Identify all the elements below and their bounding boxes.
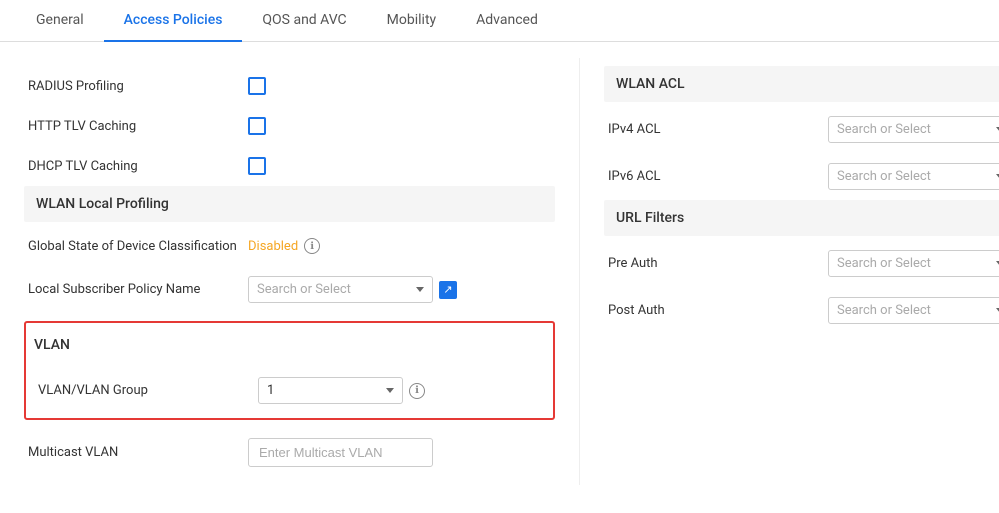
vlan-group-row: VLAN/VLAN Group 1 ℹ [34, 367, 545, 414]
vlan-section: VLAN VLAN/VLAN Group 1 ℹ [24, 321, 555, 420]
wlan-local-profiling-header: WLAN Local Profiling [24, 186, 555, 222]
http-tlv-control [248, 117, 266, 135]
pre-auth-dropdown[interactable]: Search or Select [828, 250, 999, 277]
multicast-vlan-input[interactable] [248, 438, 433, 467]
global-state-value: Disabled [248, 239, 298, 254]
radius-profiling-row: RADIUS Profiling [24, 66, 555, 106]
global-state-label: Global State of Device Classification [28, 239, 248, 254]
ipv4-acl-control: Search or Select [828, 116, 999, 143]
tab-general[interactable]: General [16, 0, 104, 42]
ipv6-acl-control: Search or Select [828, 163, 999, 190]
radius-profiling-label: RADIUS Profiling [28, 79, 248, 94]
wlan-acl-header: WLAN ACL [604, 66, 999, 102]
vlan-group-info-icon[interactable]: ℹ [409, 383, 425, 399]
radius-profiling-control [248, 77, 266, 95]
global-state-row: Global State of Device Classification Di… [24, 226, 555, 266]
ipv4-acl-row: IPv4 ACL Search or Select [604, 106, 999, 153]
dhcp-tlv-control [248, 157, 266, 175]
dhcp-tlv-checkbox[interactable] [248, 157, 266, 175]
local-subscriber-dropdown[interactable]: Search or Select [248, 276, 433, 303]
pre-auth-row: Pre Auth Search or Select [604, 240, 999, 287]
dhcp-tlv-row: DHCP TLV Caching [24, 146, 555, 186]
pre-auth-label: Pre Auth [608, 256, 828, 271]
vlan-header: VLAN [34, 327, 545, 363]
vlan-group-arrow-icon [386, 388, 394, 393]
pre-auth-placeholder: Search or Select [837, 256, 990, 271]
dhcp-tlv-label: DHCP TLV Caching [28, 159, 248, 174]
ipv4-acl-label: IPv4 ACL [608, 122, 828, 137]
url-filters-header-label: URL Filters [616, 210, 684, 226]
http-tlv-row: HTTP TLV Caching [24, 106, 555, 146]
url-filters-section-header: URL Filters ℹ [604, 200, 999, 236]
multicast-vlan-control [248, 438, 433, 467]
post-auth-row: Post Auth Search or Select [604, 287, 999, 334]
local-subscriber-label: Local Subscriber Policy Name [28, 282, 248, 297]
tab-qos-avc[interactable]: QOS and AVC [242, 0, 366, 42]
vlan-group-value: 1 [267, 383, 380, 398]
http-tlv-label: HTTP TLV Caching [28, 119, 248, 134]
right-panel: WLAN ACL IPv4 ACL Search or Select IPv6 … [580, 58, 999, 485]
post-auth-label: Post Auth [608, 303, 828, 318]
vlan-group-label: VLAN/VLAN Group [38, 383, 258, 398]
ipv6-acl-placeholder: Search or Select [837, 169, 990, 184]
tab-advanced[interactable]: Advanced [456, 0, 558, 42]
post-auth-control: Search or Select [828, 297, 999, 324]
pre-auth-control: Search or Select [828, 250, 999, 277]
left-panel: RADIUS Profiling HTTP TLV Caching DHCP T… [0, 58, 580, 485]
vlan-group-dropdown[interactable]: 1 [258, 377, 403, 404]
local-subscriber-row: Local Subscriber Policy Name Search or S… [24, 266, 555, 313]
ipv6-acl-label: IPv6 ACL [608, 169, 828, 184]
multicast-vlan-row: Multicast VLAN [24, 428, 555, 477]
post-auth-dropdown[interactable]: Search or Select [828, 297, 999, 324]
local-subscriber-control: Search or Select [248, 276, 457, 303]
tab-bar: General Access Policies QOS and AVC Mobi… [0, 0, 999, 42]
global-state-control: Disabled ℹ [248, 238, 320, 254]
local-subscriber-arrow-icon [416, 287, 424, 292]
local-subscriber-placeholder: Search or Select [257, 282, 410, 297]
ipv4-acl-placeholder: Search or Select [837, 122, 990, 137]
local-subscriber-external-icon[interactable] [439, 281, 457, 299]
main-content: RADIUS Profiling HTTP TLV Caching DHCP T… [0, 42, 999, 501]
ipv6-acl-row: IPv6 ACL Search or Select [604, 153, 999, 200]
ipv6-acl-dropdown[interactable]: Search or Select [828, 163, 999, 190]
http-tlv-checkbox[interactable] [248, 117, 266, 135]
tab-mobility[interactable]: Mobility [367, 0, 457, 42]
post-auth-placeholder: Search or Select [837, 303, 990, 318]
tab-access-policies[interactable]: Access Policies [104, 0, 243, 42]
vlan-group-control: 1 ℹ [258, 377, 425, 404]
ipv4-acl-dropdown[interactable]: Search or Select [828, 116, 999, 143]
global-state-info-icon[interactable]: ℹ [304, 238, 320, 254]
multicast-vlan-label: Multicast VLAN [28, 445, 248, 460]
radius-profiling-checkbox[interactable] [248, 77, 266, 95]
